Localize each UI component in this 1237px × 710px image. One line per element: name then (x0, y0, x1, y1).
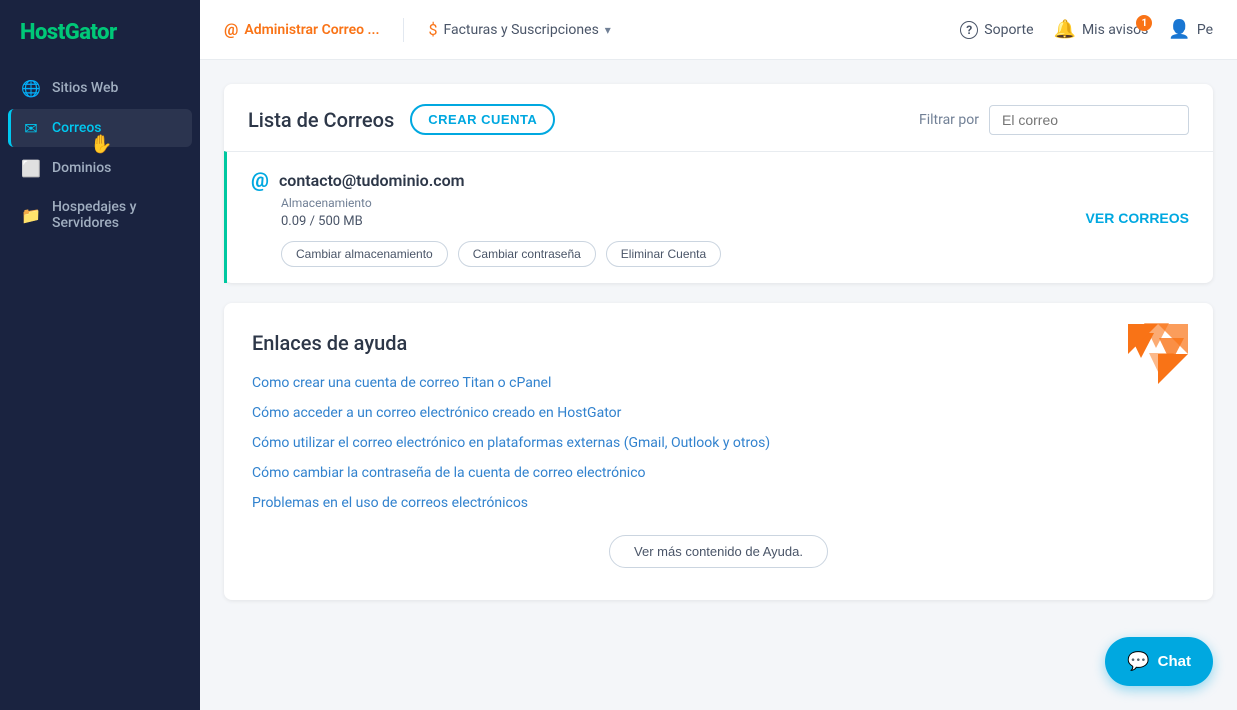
view-emails-button[interactable]: VER CORREOS (1086, 210, 1189, 226)
nav-support[interactable]: ? Soporte (960, 21, 1033, 39)
domain-icon: ⬜ (22, 159, 40, 177)
sidebar-item-label: Hospedajes y Servidores (52, 199, 178, 231)
dollar-nav-icon: $ (428, 20, 437, 39)
nav-divider (403, 18, 404, 42)
sidebar-item-dominios[interactable]: ⬜ Dominios (8, 149, 192, 187)
topnav-right: ? Soporte 🔔 1 Mis avisos 👤 Pe (960, 19, 1213, 40)
user-icon: 👤 (1168, 19, 1190, 40)
help-link-1[interactable]: Cómo acceder a un correo electrónico cre… (252, 405, 1185, 421)
email-address: contacto@tudominio.com (279, 171, 465, 190)
brand-logo: HostGator (0, 0, 200, 69)
email-list-card: Lista de Correos CREAR CUENTA Filtrar po… (224, 84, 1213, 283)
filter-label: Filtrar por (919, 112, 979, 128)
server-icon: 📁 (22, 206, 40, 224)
email-info: @ contacto@tudominio.com Almacenamiento … (251, 168, 721, 267)
help-card: Enlaces de ayuda Como crear una cuenta d… (224, 303, 1213, 600)
chat-button[interactable]: 💬 Chat (1105, 637, 1213, 686)
more-help-button[interactable]: Ver más contenido de Ayuda. (609, 535, 828, 568)
hostgator-logo-shape (1129, 323, 1189, 383)
globe-icon: 🌐 (22, 79, 40, 97)
bell-icon: 🔔 (1054, 19, 1076, 40)
help-title: Enlaces de ayuda (252, 331, 1185, 355)
help-link-4[interactable]: Problemas en el uso de correos electróni… (252, 495, 1185, 511)
filter-section: Filtrar por (919, 105, 1189, 135)
nav-user[interactable]: 👤 Pe (1168, 19, 1213, 40)
nav-notifications[interactable]: 🔔 1 Mis avisos (1054, 19, 1149, 40)
email-account-row: @ contacto@tudominio.com Almacenamiento … (224, 151, 1213, 283)
chevron-down-icon: ▾ (605, 23, 611, 37)
change-storage-button[interactable]: Cambiar almacenamiento (281, 241, 448, 267)
nav-admin-correo-label: Administrar Correo ... (244, 22, 379, 38)
sidebar-item-sitios-web[interactable]: 🌐 Sitios Web (8, 69, 192, 107)
nav-support-label: Soporte (984, 22, 1033, 38)
sidebar-nav: 🌐 Sitios Web ✉ Correos ✋ ⬜ Dominios 📁 Ho… (0, 69, 200, 241)
sidebar: HostGator 🌐 Sitios Web ✉ Correos ✋ ⬜ Dom… (0, 0, 200, 710)
chat-icon: 💬 (1127, 651, 1149, 672)
main-content: @ Administrar Correo ... $ Facturas y Su… (200, 0, 1237, 710)
help-links: Como crear una cuenta de correo Titan o … (252, 375, 1185, 511)
chat-label: Chat (1158, 653, 1191, 670)
sidebar-item-label: Dominios (52, 160, 111, 176)
mail-icon: ✉ (22, 119, 40, 137)
nav-user-label: Pe (1197, 22, 1213, 38)
nav-facturas[interactable]: $ Facturas y Suscripciones ▾ (428, 20, 610, 39)
page-title: Lista de Correos (248, 108, 394, 132)
change-password-button[interactable]: Cambiar contraseña (458, 241, 596, 267)
sidebar-item-label: Sitios Web (52, 80, 118, 96)
delete-account-button[interactable]: Eliminar Cuenta (606, 241, 721, 267)
sidebar-item-label: Correos (52, 120, 102, 136)
nav-facturas-label: Facturas y Suscripciones (443, 22, 598, 38)
help-link-3[interactable]: Cómo cambiar la contraseña de la cuenta … (252, 465, 1185, 481)
question-icon: ? (960, 21, 978, 39)
email-actions: Cambiar almacenamiento Cambiar contraseñ… (281, 241, 721, 267)
notification-badge-count: 1 (1136, 15, 1152, 31)
nav-admin-correo[interactable]: @ Administrar Correo ... (224, 20, 379, 39)
page-body: Lista de Correos CREAR CUENTA Filtrar po… (200, 60, 1237, 624)
sidebar-item-hospedajes[interactable]: 📁 Hospedajes y Servidores (8, 189, 192, 241)
email-address-row: @ contacto@tudominio.com (251, 168, 721, 192)
sidebar-item-correos[interactable]: ✉ Correos ✋ (8, 109, 192, 147)
at-nav-icon: @ (224, 20, 238, 39)
filter-input[interactable] (989, 105, 1189, 135)
card-header: Lista de Correos CREAR CUENTA Filtrar po… (224, 84, 1213, 151)
help-link-2[interactable]: Cómo utilizar el correo electrónico en p… (252, 435, 1185, 451)
help-link-0[interactable]: Como crear una cuenta de correo Titan o … (252, 375, 1185, 391)
top-navbar: @ Administrar Correo ... $ Facturas y Su… (200, 0, 1237, 60)
at-symbol-icon: @ (251, 168, 269, 192)
storage-label: Almacenamiento (281, 196, 721, 210)
create-account-button[interactable]: CREAR CUENTA (410, 104, 555, 135)
storage-value: 0.09 / 500 MB (281, 214, 721, 229)
